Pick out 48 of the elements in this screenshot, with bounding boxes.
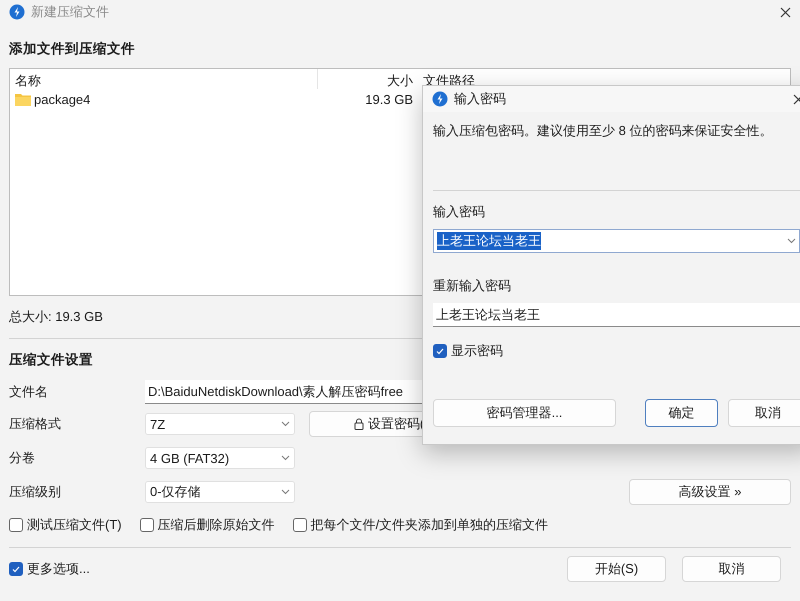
size-cell-text: 19.3 GB [364,90,414,108]
checkmark-icon [436,348,444,354]
checkmark-icon [12,566,20,572]
dropdown[interactable]: 4 GB (FAT32) [145,447,295,469]
checkbox-label[interactable]: 更多选项... [27,560,90,578]
password-manager-button[interactable]: 密码管理器... [433,399,616,427]
checkbox-label[interactable]: 压缩后删除原始文件 [158,516,275,534]
field-label: 输入密码 [433,203,485,221]
checkbox[interactable] [140,518,154,532]
column-header[interactable]: 大小 [318,69,418,89]
app-icon [432,91,448,107]
dialog-title: 输入密码 [454,90,506,108]
field-label: 压缩格式 [9,415,62,433]
chevron-icon [281,489,290,495]
folder-icon [15,92,31,106]
cancel-button[interactable]: 取消 [682,556,781,582]
ok-button[interactable]: 确定 [645,399,718,427]
lock-icon [354,418,364,430]
close-icon[interactable] [780,6,791,18]
checkbox-label[interactable]: 把每个文件/文件夹添加到单独的压缩文件 [310,516,548,534]
checkbox[interactable] [9,562,23,576]
advanced-settings-button[interactable]: 高级设置 » [629,479,791,505]
field-label: 文件名 [9,383,49,401]
file-name-cell[interactable]: package4 [10,89,318,109]
field-label: 分卷 [9,449,36,467]
chevron-icon [281,421,290,427]
checkbox-label[interactable]: 显示密码 [451,342,503,360]
column-header[interactable]: 名称 [10,69,318,89]
cancel-button[interactable]: 取消 [728,399,800,427]
window-title: 新建压缩文件 [31,3,109,21]
checkbox-label[interactable]: 测试压缩文件(T) [27,516,122,534]
confirm-password-field[interactable]: 上老王论坛当老王 [433,303,800,327]
chevron-icon [787,238,796,244]
app-icon [9,4,25,20]
dropdown[interactable]: 7Z [145,413,295,435]
total-size: 总大小: 19.3 GB [9,308,103,326]
chevron-icon [281,455,290,461]
section-heading: 压缩文件设置 [9,351,93,369]
checkbox[interactable] [9,518,23,532]
dropdown[interactable]: 0-仅存储 [145,481,295,503]
section-heading: 添加文件到压缩文件 [9,40,135,58]
start-button[interactable]: 开始(S) [567,556,666,582]
dialog-description: 输入压缩包密码。建议使用至少 8 位的密码来保证安全性。 [433,122,772,140]
password-field[interactable]: 上老王论坛当老王 [433,229,800,253]
checkbox[interactable] [433,344,447,358]
checkbox[interactable] [292,518,307,532]
field-label: 重新输入密码 [433,277,511,295]
field-label: 压缩级别 [9,483,62,501]
